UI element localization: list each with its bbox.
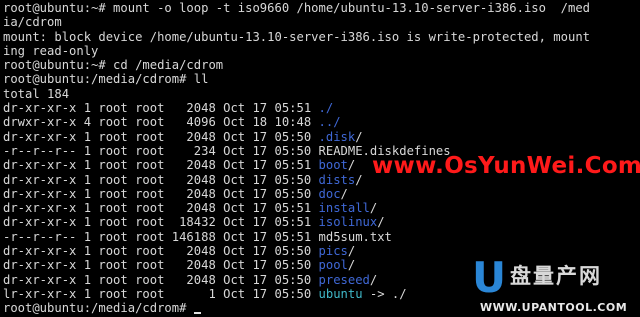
- terminal-line: root@ubuntu:~# cd /media/cdrom: [3, 58, 224, 73]
- listing-dir-name: ../: [318, 115, 341, 130]
- listing-suffix: /: [369, 201, 378, 216]
- listing-meta: dr-xr-xr-x 1 root root 2048 Oct 17 05:50: [3, 258, 319, 273]
- listing-suffix: /: [347, 158, 356, 173]
- terminal-line: root@ubuntu:/media/cdrom# ll: [3, 72, 209, 87]
- listing-meta: dr-xr-xr-x 1 root root 2048 Oct 17 05:50: [3, 272, 319, 287]
- listing-meta: -r--r--r-- 1 root root 234 Oct 17 05:50: [3, 143, 319, 158]
- listing-meta: dr-xr-xr-x 1 root root 2048 Oct 17 05:51: [3, 201, 319, 216]
- terminal-line: total 184: [3, 86, 70, 101]
- listing-meta: -r--r--r-- 1 root root 146188 Oct 17 05:…: [3, 229, 319, 244]
- listing-suffix: /: [340, 186, 348, 201]
- listing-meta: dr-xr-xr-x 1 root root 2048 Oct 17 05:50: [3, 172, 319, 187]
- listing-dir-name: boot: [318, 158, 348, 173]
- logo-url-text: WWW.UPANTOOL.COM: [480, 301, 628, 314]
- text-cursor: [193, 311, 201, 314]
- listing-dir-name: doc: [318, 186, 341, 201]
- listing-row: dr-xr-xr-x 1 root root 2048 Oct 17 05:50…: [3, 244, 640, 258]
- watermark-text: www.OsYunWei.Com: [372, 153, 640, 179]
- upantool-logo: U 盘量产网 WWW.UPANTOOL.COM: [468, 253, 640, 317]
- shell-prompt: root@ubuntu:/media/cdrom#: [3, 301, 194, 316]
- listing-dir-name: isolinux: [318, 215, 378, 230]
- listing-suffix: -> ./: [362, 286, 407, 301]
- listing-dir-name: ./: [318, 101, 334, 116]
- listing-dir-name: pics: [318, 244, 348, 259]
- listing-dir-name: preseed: [318, 272, 370, 287]
- u-disk-logo-icon: U: [472, 253, 507, 302]
- listing-meta: dr-xr-xr-x 1 root root 2048 Oct 17 05:51: [3, 101, 319, 116]
- listing-meta: dr-xr-xr-x 1 root root 2048 Oct 17 05:50: [3, 186, 319, 201]
- listing-row: drwxr-xr-x 4 root root 4096 Oct 18 10:48…: [3, 115, 640, 129]
- listing-meta: dr-xr-xr-x 1 root root 2048 Oct 17 05:50: [3, 244, 319, 259]
- listing-suffix: /: [355, 172, 363, 187]
- terminal-line: root@ubuntu:~# mount -o loop -t iso9660 …: [3, 1, 590, 15]
- listing-row: dr-xr-xr-x 1 root root 2048 Oct 17 05:51…: [3, 201, 640, 215]
- listing-file-name: md5sum.txt: [318, 229, 392, 244]
- listing-dir-name: install: [318, 201, 370, 216]
- listing-suffix: /: [369, 272, 378, 287]
- listing-dir-name: .disk: [318, 129, 356, 144]
- listing-link-name: ubuntu: [318, 286, 363, 301]
- listing-meta: drwxr-xr-x 4 root root 4096 Oct 18 10:48: [3, 115, 319, 130]
- listing-suffix: /: [347, 244, 356, 259]
- terminal-line: ing read-only: [3, 43, 99, 58]
- listing-dir-name: dists: [318, 172, 356, 187]
- listing-row: dr-xr-xr-x 1 root root 2048 Oct 17 05:51…: [3, 101, 640, 115]
- logo-chinese-text: 盘量产网: [510, 264, 602, 288]
- listing-row: dr-xr-xr-x 1 root root 2048 Oct 17 05:50…: [3, 187, 640, 201]
- listing-meta: lr-xr-xr-x 1 root root 1 Oct 17 05:50: [3, 286, 319, 301]
- terminal-line: mount: block device /home/ubuntu-13.10-s…: [3, 29, 590, 44]
- listing-suffix: /: [347, 258, 356, 273]
- terminal-line: ia/cdrom: [3, 15, 62, 30]
- listing-row: dr-xr-xr-x 1 root root 18432 Oct 17 05:5…: [3, 215, 640, 229]
- listing-dir-name: pool: [318, 258, 348, 273]
- listing-meta: dr-xr-xr-x 1 root root 2048 Oct 17 05:51: [3, 158, 319, 173]
- listing-meta: dr-xr-xr-x 1 root root 2048 Oct 17 05:50: [3, 129, 319, 144]
- listing-meta: dr-xr-xr-x 1 root root 18432 Oct 17 05:5…: [3, 215, 319, 230]
- listing-suffix: /: [355, 129, 363, 144]
- listing-suffix: /: [377, 215, 385, 230]
- listing-row: dr-xr-xr-x 1 root root 2048 Oct 17 05:50…: [3, 130, 640, 144]
- listing-row: -r--r--r-- 1 root root 146188 Oct 17 05:…: [3, 230, 640, 244]
